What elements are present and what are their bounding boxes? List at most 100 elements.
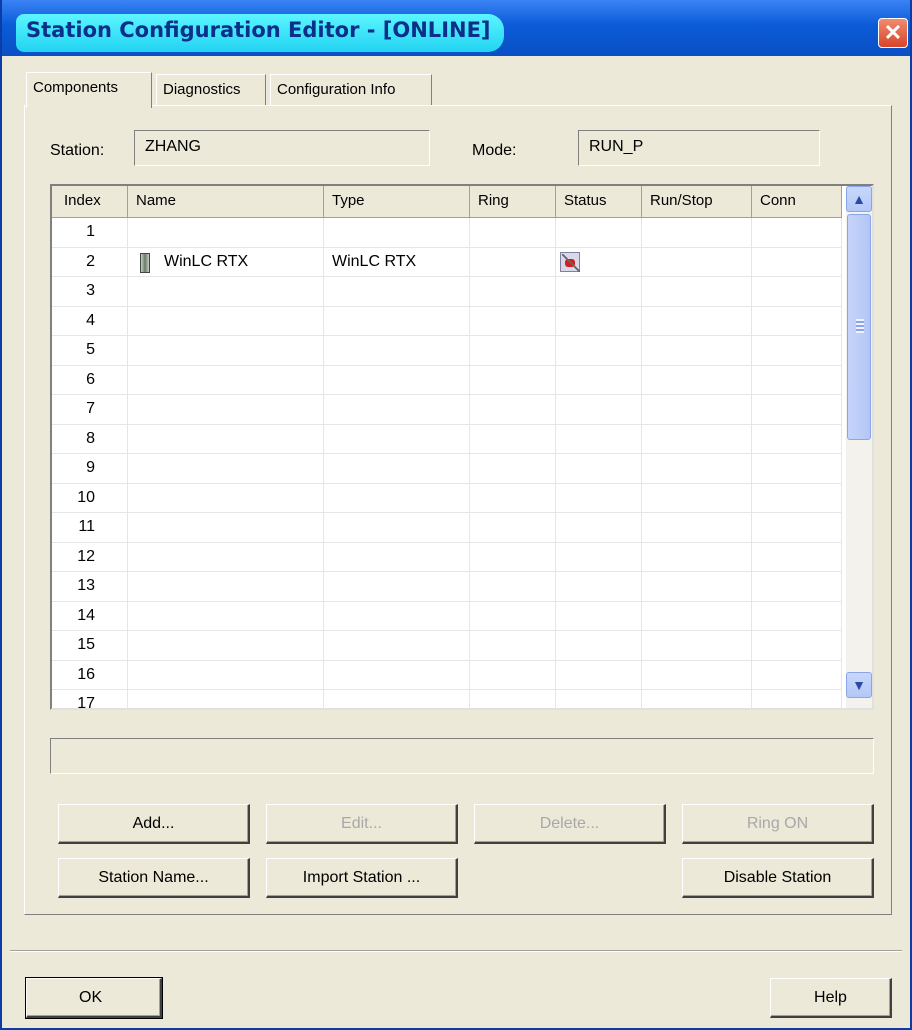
table-row[interactable]: 5 — [52, 336, 842, 366]
cell-index: 6 — [52, 365, 128, 395]
cell-name-text: WinLC RTX — [164, 252, 249, 270]
cell-type — [324, 336, 470, 365]
column-header-ring[interactable]: Ring — [470, 186, 556, 218]
cell-conn — [752, 483, 842, 513]
cell-type — [324, 513, 470, 542]
cell-index: 4 — [52, 306, 128, 336]
footer-divider — [10, 950, 902, 952]
scroll-down-icon[interactable]: ▼ — [846, 672, 872, 698]
cell-ring — [470, 306, 556, 336]
cell-conn — [752, 631, 842, 660]
cell-conn — [752, 247, 842, 277]
station-name-button[interactable]: Station Name... — [58, 858, 250, 898]
table-row[interactable]: 6 — [52, 365, 842, 395]
table-row[interactable]: 3 — [52, 277, 842, 307]
station-name-field: ZHANG — [134, 130, 430, 166]
edit-button[interactable]: Edit... — [266, 804, 458, 844]
cell-status — [556, 395, 642, 424]
ok-button[interactable]: OK — [25, 977, 163, 1019]
cell-name — [128, 424, 324, 454]
cell-status — [556, 601, 642, 631]
cell-name — [128, 277, 324, 306]
cell-name — [128, 483, 324, 513]
cell-status — [556, 277, 642, 306]
table-row[interactable]: 4 — [52, 306, 842, 336]
column-header-index[interactable]: Index — [52, 186, 128, 218]
column-header-run-stop[interactable]: Run/Stop — [642, 186, 752, 218]
cell-index: 9 — [52, 454, 128, 483]
cell-conn — [752, 572, 842, 601]
pc-station-icon — [140, 252, 150, 273]
column-header-name[interactable]: Name — [128, 186, 324, 218]
tab-components[interactable]: Components — [26, 72, 152, 108]
cell-type — [324, 395, 470, 424]
help-button[interactable]: Help — [770, 978, 892, 1018]
cell-conn — [752, 395, 842, 424]
tab-diagnostics[interactable]: Diagnostics — [156, 74, 266, 106]
cell-index: 13 — [52, 572, 128, 601]
cell-name — [128, 601, 324, 631]
cell-name — [128, 660, 324, 690]
column-header-conn[interactable]: Conn — [752, 186, 842, 218]
cell-status — [556, 572, 642, 601]
scroll-up-icon[interactable]: ▲ — [846, 186, 872, 212]
cell-ring — [470, 542, 556, 572]
add-button[interactable]: Add... — [58, 804, 250, 844]
table-row[interactable]: 14 — [52, 601, 842, 631]
cell-ring — [470, 513, 556, 542]
cell-type — [324, 306, 470, 336]
cell-index: 8 — [52, 424, 128, 454]
column-header-type[interactable]: Type — [324, 186, 470, 218]
cell-name — [128, 306, 324, 336]
cell-status — [556, 631, 642, 660]
table-row[interactable]: 15 — [52, 631, 842, 661]
cell-runstop — [642, 306, 752, 336]
disable-station-button[interactable]: Disable Station — [682, 858, 874, 898]
title-bar[interactable]: Station Configuration Editor - [ONLINE] … — [2, 0, 910, 56]
table-row[interactable]: 17 — [52, 690, 842, 708]
cell-name — [128, 395, 324, 424]
cell-type — [324, 660, 470, 690]
components-table[interactable]: Index Name Type Ring Status Run/Stop Con… — [50, 184, 874, 710]
ring-on-button[interactable]: Ring ON — [682, 804, 874, 844]
cell-index: 14 — [52, 601, 128, 631]
status-fault-icon — [560, 251, 580, 272]
cell-ring — [470, 336, 556, 365]
cell-name — [128, 218, 324, 247]
cell-runstop — [642, 631, 752, 660]
cell-name — [128, 365, 324, 395]
table-row[interactable]: 2 WinLC RTX WinLC RTX — [52, 247, 842, 277]
cell-conn — [752, 218, 842, 247]
cell-status — [556, 454, 642, 483]
table-row[interactable]: 13 — [52, 572, 842, 602]
station-label: Station: — [50, 142, 105, 159]
cell-type — [324, 424, 470, 454]
cell-index: 11 — [52, 513, 128, 542]
table-row[interactable]: 1 — [52, 218, 842, 248]
table-row[interactable]: 10 — [52, 483, 842, 513]
cell-ring — [470, 690, 556, 708]
table-row[interactable]: 11 — [52, 513, 842, 543]
cell-type — [324, 277, 470, 306]
delete-button[interactable]: Delete... — [474, 804, 666, 844]
table-row[interactable]: 8 — [52, 424, 842, 454]
table-row[interactable]: 12 — [52, 542, 842, 572]
table-row[interactable]: 7 — [52, 395, 842, 425]
vertical-scrollbar[interactable]: ▲ ▼ — [846, 186, 872, 708]
cell-runstop — [642, 395, 752, 424]
table-row[interactable]: 16 — [52, 660, 842, 690]
cell-ring — [470, 218, 556, 247]
cell-name — [128, 542, 324, 572]
close-icon[interactable]: ✕ — [878, 18, 908, 48]
cell-status — [556, 306, 642, 336]
cell-ring — [470, 247, 556, 277]
cell-status — [556, 660, 642, 690]
table-row[interactable]: 9 — [52, 454, 842, 484]
cell-conn — [752, 454, 842, 483]
column-header-status[interactable]: Status — [556, 186, 642, 218]
tab-configuration-info[interactable]: Configuration Info — [270, 74, 432, 106]
cell-conn — [752, 513, 842, 542]
import-station-button[interactable]: Import Station ... — [266, 858, 458, 898]
cell-type — [324, 483, 470, 513]
scroll-thumb[interactable] — [847, 214, 871, 440]
